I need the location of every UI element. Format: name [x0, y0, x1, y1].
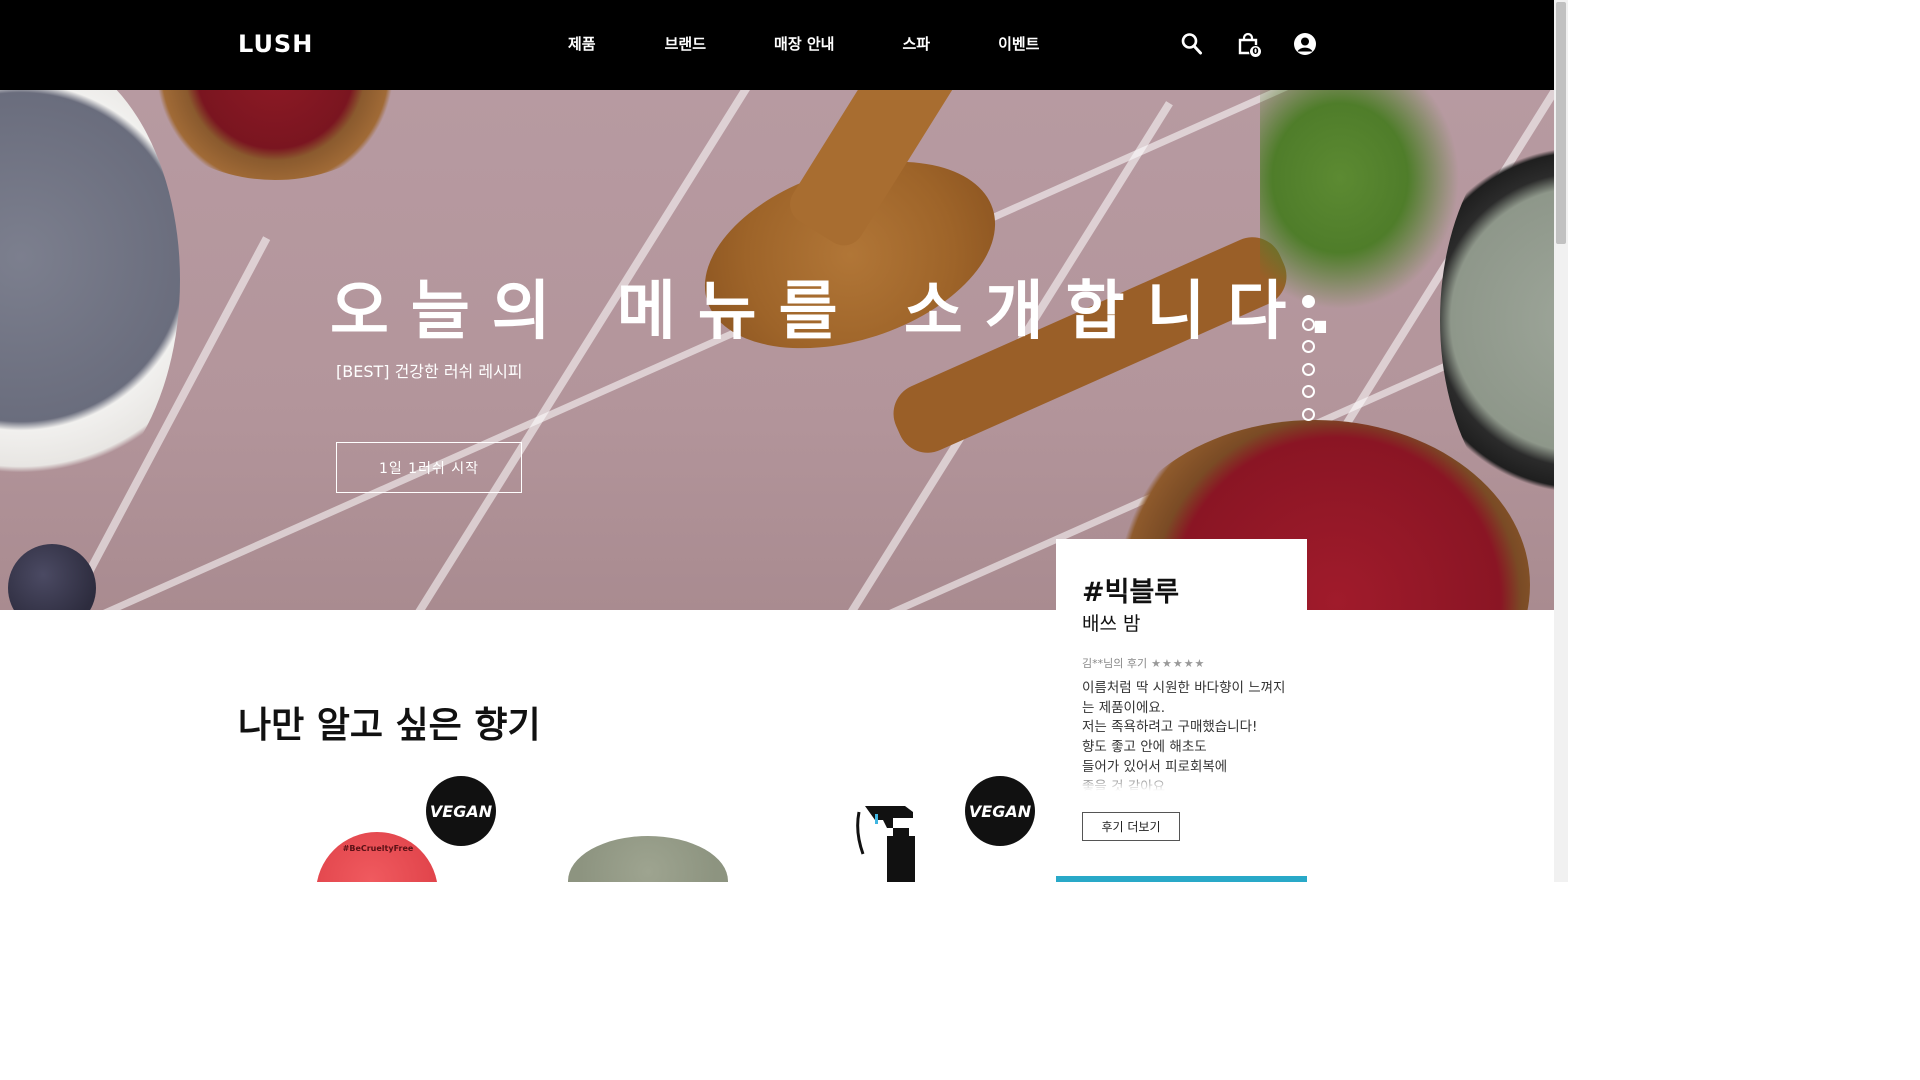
review-hashtag[interactable]: #빅블루 — [1082, 570, 1179, 609]
main-nav: 제품 브랜드 매장 안내 스파 이벤트 — [568, 33, 1039, 54]
hero-subtitle: [BEST] 건강한 러쉬 레시피 — [336, 362, 523, 381]
scrollbar-thumb[interactable] — [1556, 2, 1566, 244]
review-product-type: 배쓰 밤 — [1082, 613, 1141, 635]
slider-dot-2[interactable] — [1302, 317, 1315, 331]
product-card-2[interactable] — [528, 770, 768, 882]
more-reviews-button[interactable]: 후기 더보기 — [1082, 812, 1180, 841]
nav-item-events[interactable]: 이벤트 — [998, 33, 1039, 54]
vegan-badge: VEGAN — [965, 776, 1035, 846]
search-icon[interactable] — [1181, 32, 1203, 60]
product-image-bath-bomb: #BeCrueltyFree — [316, 832, 438, 882]
slider-dot-6[interactable] — [1302, 407, 1315, 421]
vegan-badge: VEGAN — [426, 776, 496, 846]
slider-dot-5[interactable] — [1302, 385, 1315, 398]
nav-item-brand[interactable]: 브랜드 — [665, 33, 706, 54]
slider-dot-4[interactable] — [1302, 362, 1315, 376]
product-card-1[interactable]: #BeCrueltyFree VEGAN — [258, 770, 498, 882]
nav-item-products[interactable]: 제품 — [568, 33, 596, 54]
section-title: 나만 알고 싶은 향기 — [238, 705, 541, 746]
slider-pagination — [1302, 295, 1315, 430]
review-body-text: 이름처럼 딱 시원한 바다향이 느껴지는 제품이에요. 저는 족욕하려고 구매했… — [1082, 680, 1286, 791]
star-rating-icon: ★★★★★ — [1151, 657, 1206, 670]
lush-logo[interactable]: LUSH — [238, 30, 313, 58]
review-meta: 김**님의 후기 ★★★★★ — [1082, 655, 1205, 671]
product-image-clay-mask — [568, 836, 728, 882]
nav-item-store-guide[interactable]: 매장 안내 — [774, 33, 834, 54]
nav-item-spa[interactable]: 스파 — [902, 33, 930, 54]
red-beans-bowl-top — [140, 90, 410, 180]
hero-cta-button[interactable]: 1일 1러쉬 시작 — [336, 442, 522, 493]
site-header: LUSH 제품 브랜드 매장 안내 스파 이벤트 0 — [0, 0, 1554, 90]
product-label: #BeCrueltyFree — [342, 844, 414, 853]
blueberry — [8, 544, 96, 610]
product-card-3[interactable]: VEGAN — [800, 770, 1040, 882]
user-icon[interactable] — [1293, 32, 1317, 60]
cart-count-badge: 0 — [1249, 45, 1262, 58]
page-scrollbar[interactable] — [1554, 0, 1568, 882]
slider-dot-3[interactable] — [1302, 340, 1315, 353]
hero-title: 오늘의 메뉴를 소개합니다. — [330, 275, 1355, 349]
review-accent-bar — [1056, 876, 1307, 882]
product-image-spray-bottle — [855, 794, 945, 882]
shopping-bag-icon[interactable]: 0 — [1237, 32, 1262, 60]
slider-dot-1[interactable] — [1302, 295, 1315, 308]
hero-banner: 오늘의 메뉴를 소개합니다. [BEST] 건강한 러쉬 레시피 1일 1러쉬 … — [0, 90, 1554, 610]
review-text: 이름처럼 딱 시원한 바다향이 느껴지는 제품이에요. 저는 족욕하려고 구매했… — [1082, 679, 1292, 791]
review-card: #빅블루 배쓰 밤 김**님의 후기 ★★★★★ 이름처럼 딱 시원한 바다향이 … — [1056, 539, 1307, 882]
review-author: 김**님의 후기 — [1082, 657, 1148, 670]
